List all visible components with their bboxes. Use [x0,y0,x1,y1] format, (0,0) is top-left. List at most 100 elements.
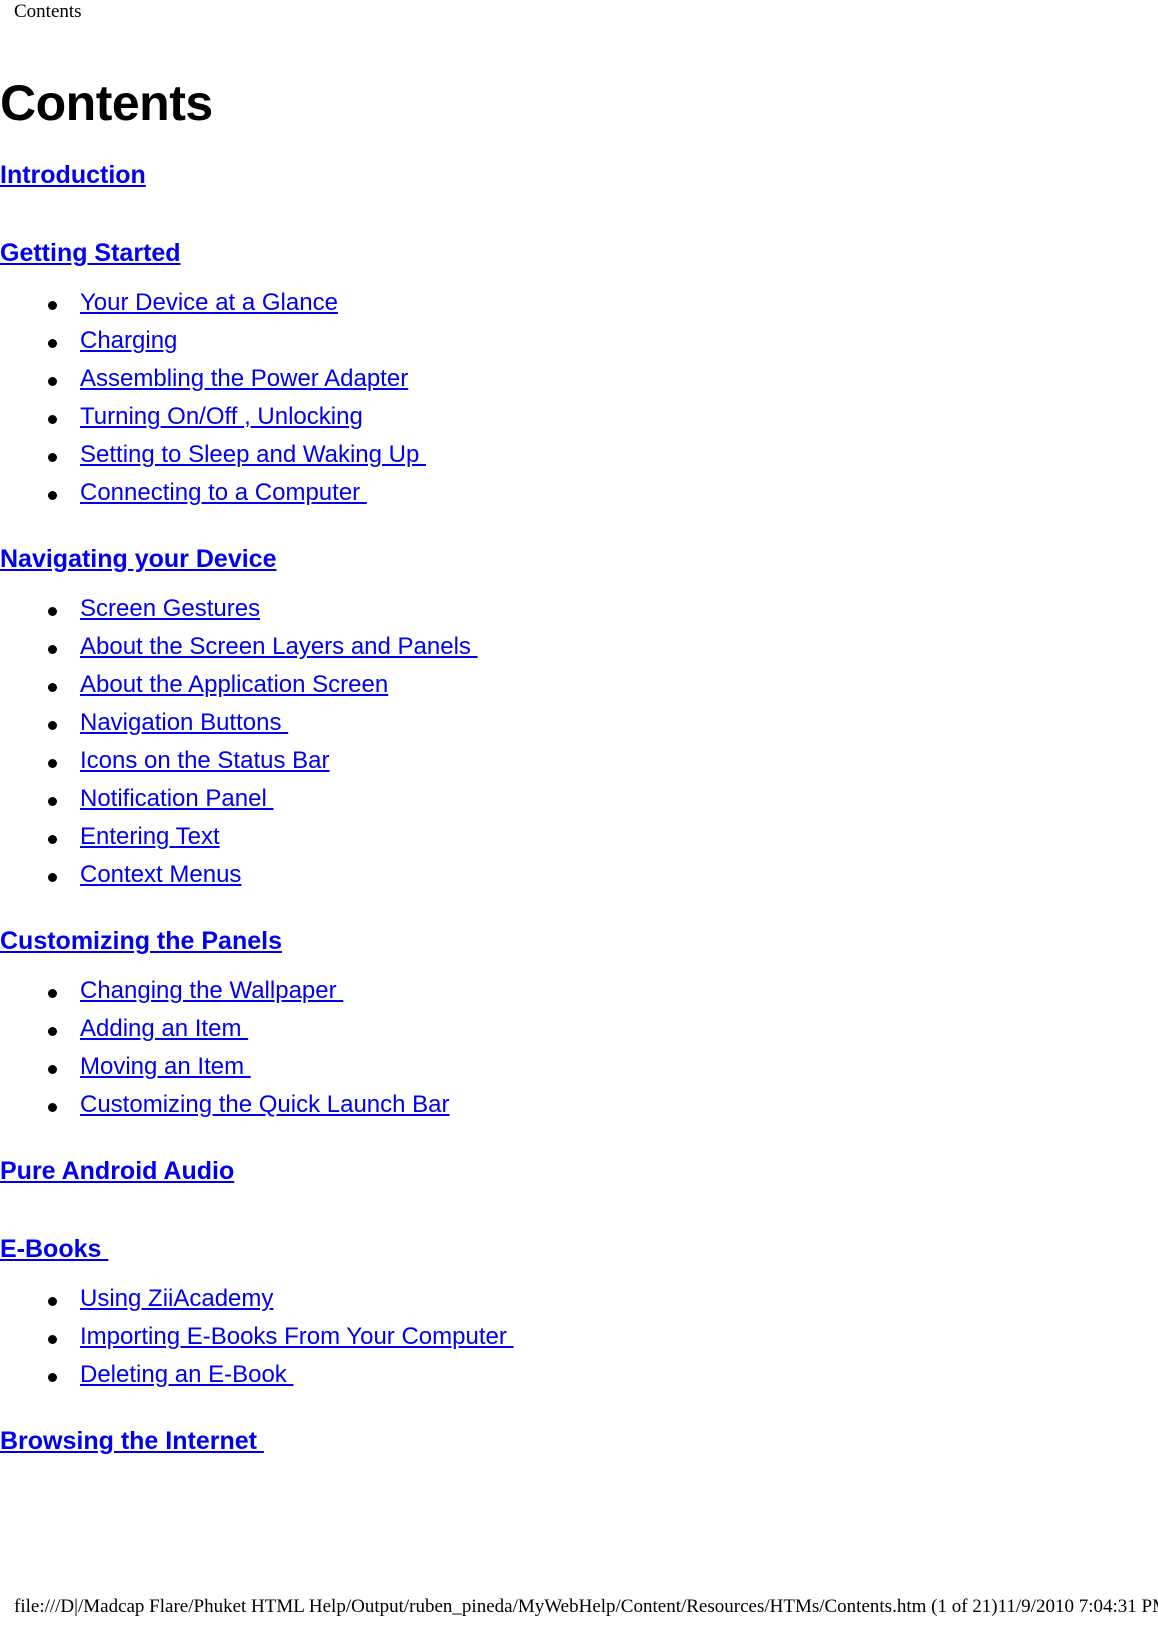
section-heading-link[interactable]: Getting Started [0,239,181,267]
bullet-icon [48,415,57,424]
topic-link[interactable]: Turning On/Off , Unlocking [80,403,363,430]
topic-link[interactable]: Icons on the Status Bar [80,747,329,774]
section-heading: Browsing the Internet [0,1428,1158,1476]
list-item: Context Menus [0,860,1158,898]
list-item: About the Application Screen [0,670,1158,708]
topic-list: Changing the Wallpaper Adding an Item Mo… [0,976,1158,1128]
topic-list: Screen Gestures About the Screen Layers a… [0,594,1158,898]
list-item: Customizing the Quick Launch Bar [0,1090,1158,1128]
list-item: Entering Text [0,822,1158,860]
toc-section: Pure Android Audio [0,1128,1158,1206]
topic-link[interactable]: Your Device at a Glance [80,289,338,316]
topic-link[interactable]: Notification Panel [80,785,273,812]
section-heading-link[interactable]: Browsing the Internet [0,1427,264,1455]
topic-link[interactable]: Using ZiiAcademy [80,1285,273,1312]
running-header: Contents [14,1,82,22]
list-item: Using ZiiAcademy [0,1284,1158,1322]
bullet-icon [48,453,57,462]
bullet-icon [48,1027,57,1036]
topic-list: Using ZiiAcademy Importing E-Books From Y… [0,1284,1158,1398]
bullet-icon [48,607,57,616]
bullet-icon [48,683,57,692]
section-heading: E-Books [0,1236,1158,1284]
section-heading: Getting Started [0,240,1158,288]
bullet-icon [48,1373,57,1382]
list-item: Screen Gestures [0,594,1158,632]
page-title: Contents [0,75,213,131]
topic-link[interactable]: Connecting to a Computer [80,479,367,506]
topic-link[interactable]: Navigation Buttons [80,709,288,736]
bullet-icon [48,1103,57,1112]
list-item: Importing E-Books From Your Computer [0,1322,1158,1360]
toc-section: Getting Started Your Device at a Glance Ch… [0,210,1158,516]
section-heading: Navigating your Device [0,546,1158,594]
list-item: Turning On/Off , Unlocking [0,402,1158,440]
bullet-icon [48,989,57,998]
bullet-icon [48,835,57,844]
list-item: Adding an Item [0,1014,1158,1052]
section-heading: Pure Android Audio [0,1158,1158,1206]
section-heading: Introduction [0,162,1158,210]
page-footer-path: file:///D|/Madcap Flare/Phuket HTML Help… [14,1596,1158,1617]
list-item: Your Device at a Glance [0,288,1158,326]
topic-link[interactable]: Deleting an E-Book [80,1361,293,1388]
toc-section: E-Books Using ZiiAcademy Importing E-Book… [0,1206,1158,1398]
topic-link[interactable]: About the Screen Layers and Panels [80,633,478,660]
bullet-icon [48,873,57,882]
list-item: Moving an Item [0,1052,1158,1090]
topic-list: Your Device at a Glance Charging Assemblin… [0,288,1158,516]
section-heading-link[interactable]: E-Books [0,1235,108,1263]
topic-link[interactable]: About the Application Screen [80,671,388,698]
list-item: Deleting an E-Book [0,1360,1158,1398]
section-heading: Customizing the Panels [0,928,1158,976]
toc-section: Introduction [0,132,1158,210]
topic-link[interactable]: Importing E-Books From Your Computer [80,1323,514,1350]
topic-link[interactable]: Customizing the Quick Launch Bar [80,1091,450,1118]
bullet-icon [48,645,57,654]
topic-link[interactable]: Entering Text [80,823,220,850]
toc-section: Customizing the Panels Changing the Wallp… [0,898,1158,1128]
bullet-icon [48,301,57,310]
list-item: Assembling the Power Adapter [0,364,1158,402]
section-heading-link[interactable]: Customizing the Panels [0,927,282,955]
topic-link[interactable]: Charging [80,327,177,354]
list-item: Icons on the Status Bar [0,746,1158,784]
topic-link[interactable]: Assembling the Power Adapter [80,365,408,392]
list-item: Setting to Sleep and Waking Up [0,440,1158,478]
topic-link[interactable]: Context Menus [80,861,241,888]
bullet-icon [48,1065,57,1074]
bullet-icon [48,377,57,386]
toc-sections: Introduction Getting Started Your Device a… [0,132,1158,1476]
list-item: Charging [0,326,1158,364]
toc-section: Navigating your Device Screen Gestures Abo… [0,516,1158,898]
toc-content: Contents Introduction Getting Started Your… [0,74,1158,1476]
section-heading-link[interactable]: Pure Android Audio [0,1157,234,1185]
bullet-icon [48,759,57,768]
topic-link[interactable]: Setting to Sleep and Waking Up [80,441,426,468]
bullet-icon [48,721,57,730]
list-item: Notification Panel [0,784,1158,822]
list-item: Connecting to a Computer [0,478,1158,516]
section-heading-link[interactable]: Introduction [0,161,146,189]
bullet-icon [48,491,57,500]
section-heading-link[interactable]: Navigating your Device [0,545,276,573]
toc-section: Browsing the Internet [0,1398,1158,1476]
bullet-icon [48,1335,57,1344]
topic-link[interactable]: Moving an Item [80,1053,251,1080]
topic-link[interactable]: Changing the Wallpaper [80,977,343,1004]
topic-link[interactable]: Adding an Item [80,1015,248,1042]
list-item: Changing the Wallpaper [0,976,1158,1014]
list-item: About the Screen Layers and Panels [0,632,1158,670]
bullet-icon [48,1297,57,1306]
bullet-icon [48,797,57,806]
topic-link[interactable]: Screen Gestures [80,595,260,622]
bullet-icon [48,339,57,348]
list-item: Navigation Buttons [0,708,1158,746]
